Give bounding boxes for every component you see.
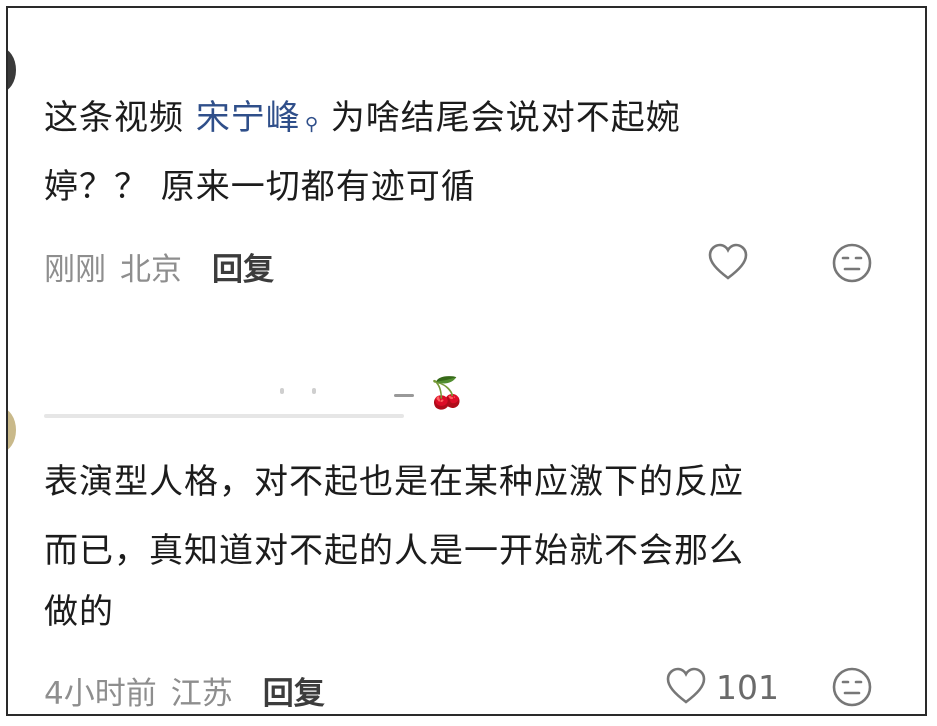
like-button[interactable]: 101 xyxy=(664,665,779,709)
neutral-face-icon xyxy=(832,243,872,283)
neutral-face-icon xyxy=(832,667,872,707)
reply-button[interactable]: 回复 xyxy=(263,668,325,713)
comment-text-line: 做的 xyxy=(44,592,114,632)
comment-text-part: 这条视频 xyxy=(44,98,196,138)
dislike-button[interactable] xyxy=(831,242,873,288)
heart-icon xyxy=(666,667,706,704)
comment-location: 江苏 xyxy=(170,676,233,712)
mention-link[interactable]: 宋宁峰 xyxy=(196,98,301,138)
reply-button[interactable]: 回复 xyxy=(212,244,274,289)
cherry-icon: 🍒 xyxy=(428,376,466,411)
comment-list: 这条视频 宋宁峰 ⚲ 为啥结尾会说对不起婉 婷？？ 原来一切都有迹可循 刚刚 北京… xyxy=(6,6,927,716)
comment-text-part: 为啥结尾会说对不起婉 xyxy=(319,98,681,138)
like-button[interactable] xyxy=(706,241,750,289)
comment-text-line: 表演型人格，对不起也是在某种应激下的反应 xyxy=(44,462,744,502)
comment-location: 北京 xyxy=(120,252,182,288)
comment-text-line: 而已，真知道对不起的人是一开始就不会那么 xyxy=(44,531,744,571)
comment-text: 这条视频 宋宁峰 ⚲ 为啥结尾会说对不起婉 xyxy=(44,84,681,159)
avatar[interactable] xyxy=(8,408,16,452)
like-count: 101 xyxy=(716,667,779,707)
comment-time: 刚刚 xyxy=(44,252,106,288)
search-icon[interactable]: ⚲ xyxy=(305,90,319,159)
heart-icon xyxy=(708,243,748,280)
avatar[interactable] xyxy=(8,48,16,92)
dislike-button[interactable] xyxy=(831,666,873,712)
comment-meta: 4小时前 江苏 回复 xyxy=(44,668,325,713)
username-redacted[interactable]: 🍒 xyxy=(44,376,465,426)
comment-meta: 刚刚 北京 回复 xyxy=(44,244,274,289)
comment-text-line: 婷？？ 原来一切都有迹可循 xyxy=(44,167,476,207)
comment-time: 4小时前 xyxy=(44,676,157,712)
